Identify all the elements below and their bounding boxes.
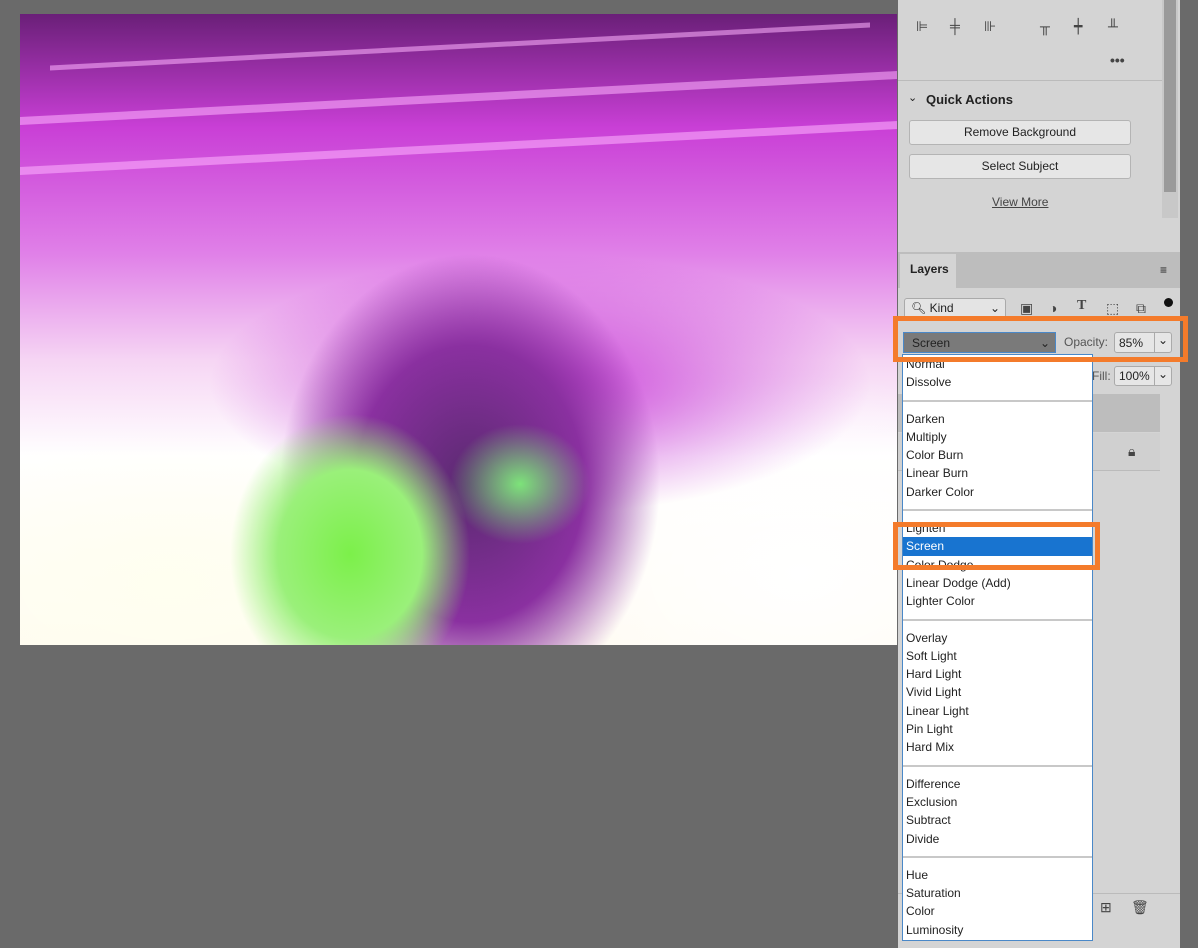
menu-separator xyxy=(903,611,1092,629)
select-subject-button[interactable]: Select Subject xyxy=(909,154,1131,179)
blend-mode-option[interactable]: Subtract xyxy=(903,811,1092,829)
blend-mode-option[interactable]: Overlay xyxy=(903,629,1092,647)
shape-filter-icon[interactable]: ⬚ xyxy=(1106,300,1119,317)
blend-mode-option[interactable]: Pin Light xyxy=(903,720,1092,738)
menu-separator xyxy=(903,501,1092,519)
kind-label: Kind xyxy=(929,301,954,315)
menu-separator xyxy=(903,757,1092,775)
menu-separator xyxy=(903,392,1092,410)
blend-mode-option[interactable]: Linear Dodge (Add) xyxy=(903,574,1092,592)
tab-layers[interactable]: Layers xyxy=(900,254,956,288)
new-layer-icon[interactable]: ⊞ xyxy=(1100,899,1112,916)
pixel-filter-icon[interactable]: ▣ xyxy=(1020,300,1033,317)
delete-layer-icon[interactable]: 🗑︎ xyxy=(1131,899,1149,916)
smart-object-filter-icon[interactable]: ⧉ xyxy=(1136,300,1146,317)
blend-mode-option[interactable]: Multiply xyxy=(903,428,1092,446)
canvas-image xyxy=(20,14,897,645)
blend-mode-option[interactable]: Hard Light xyxy=(903,665,1092,683)
scrollbar[interactable] xyxy=(1162,0,1178,218)
align-top-icon[interactable]: ╥ xyxy=(1040,18,1050,34)
blend-mode-option[interactable]: Hard Mix xyxy=(903,738,1092,756)
align-right-icon[interactable]: ⊪ xyxy=(984,18,996,35)
blend-mode-option[interactable]: Luminosity xyxy=(903,921,1092,939)
blend-mode-option[interactable]: Saturation xyxy=(903,884,1092,902)
blend-mode-option[interactable]: Dissolve xyxy=(903,373,1092,391)
search-icon: 🔍︎ xyxy=(911,301,927,315)
align-center-icon[interactable]: ╪ xyxy=(950,18,960,34)
remove-background-button[interactable]: Remove Background xyxy=(909,120,1131,145)
view-more-link[interactable]: View More xyxy=(992,195,1048,209)
more-icon[interactable]: ••• xyxy=(1110,52,1125,68)
blend-mode-option[interactable]: Soft Light xyxy=(903,647,1092,665)
blend-mode-option[interactable]: Linear Burn xyxy=(903,464,1092,482)
adjustment-filter-icon[interactable]: ◑ xyxy=(1049,300,1057,316)
fill-label: Fill: xyxy=(1092,369,1111,383)
highlight-box-screen xyxy=(893,522,1100,570)
blend-mode-option[interactable]: Lighter Color xyxy=(903,592,1092,610)
blend-mode-option[interactable]: Difference xyxy=(903,775,1092,793)
align-middle-icon[interactable]: ┿ xyxy=(1074,18,1082,35)
type-filter-icon[interactable]: T xyxy=(1077,298,1086,314)
blend-mode-option[interactable]: Darken xyxy=(903,410,1092,428)
panel-menu-icon[interactable]: ≡ xyxy=(1160,263,1167,277)
blend-mode-option[interactable]: Exclusion xyxy=(903,793,1092,811)
align-bottom-icon[interactable]: ╨ xyxy=(1108,18,1118,34)
fill-input[interactable]: 100% ⌄ xyxy=(1114,366,1172,386)
lock-icon: 🔒︎ xyxy=(1128,443,1136,459)
blend-mode-option[interactable]: Divide xyxy=(903,830,1092,848)
blend-mode-option[interactable]: Color Burn xyxy=(903,446,1092,464)
filter-toggle[interactable] xyxy=(1164,298,1173,307)
blend-mode-option[interactable]: Darker Color xyxy=(903,483,1092,501)
blend-mode-option[interactable]: Hue xyxy=(903,866,1092,884)
blend-mode-dropdown-list: Normal Dissolve Darken Multiply Color Burn Li… xyxy=(902,354,1093,941)
collapse-chevron-icon[interactable]: ⌄ xyxy=(908,91,917,104)
highlight-box-blend-opacity xyxy=(893,316,1188,362)
blend-mode-option[interactable]: Linear Light xyxy=(903,702,1092,720)
menu-separator xyxy=(903,848,1092,866)
quick-actions-title: Quick Actions xyxy=(926,92,1013,107)
blend-mode-option[interactable]: Vivid Light xyxy=(903,683,1092,701)
blend-mode-option[interactable]: Color xyxy=(903,902,1092,920)
align-left-icon[interactable]: ⊫ xyxy=(916,18,928,35)
